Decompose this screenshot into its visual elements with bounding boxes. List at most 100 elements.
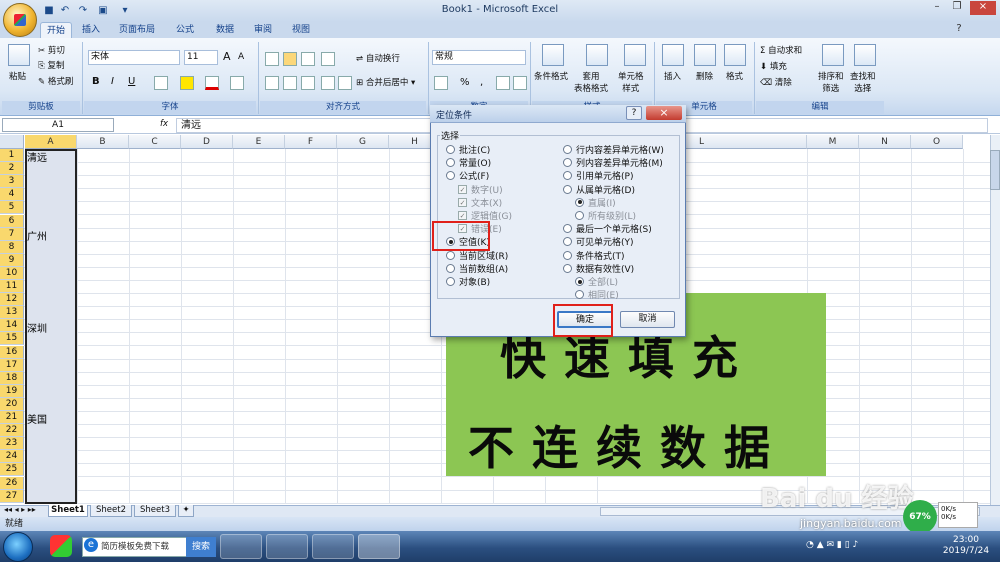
clear-button[interactable]: ⌫ 清除 — [760, 76, 792, 88]
taskbar-wechat-icon[interactable] — [266, 534, 308, 559]
vertical-scrollbar[interactable] — [990, 135, 1000, 505]
align-top-icon[interactable] — [265, 52, 279, 66]
row-header-11[interactable]: 11 — [0, 280, 24, 293]
row-header-2[interactable]: 2 — [0, 162, 24, 176]
option-label-dlg-left-2[interactable]: 公式(F) — [459, 169, 489, 182]
row-header-12[interactable]: 12 — [0, 293, 24, 307]
percent-button[interactable]: % — [460, 77, 470, 88]
row-header-13[interactable]: 13 — [0, 306, 24, 320]
column-header-o[interactable]: O — [911, 135, 963, 149]
radio-dlg-left-10[interactable] — [446, 277, 455, 286]
sheet-tab-1[interactable]: Sheet1 — [48, 505, 88, 517]
scrollbar-thumb[interactable] — [990, 150, 1000, 190]
font-color-icon[interactable] — [205, 76, 219, 90]
tab-insert[interactable]: 插入 — [76, 22, 106, 38]
row-header-6[interactable]: 6 — [0, 214, 24, 228]
increase-decimal-icon[interactable] — [496, 76, 510, 90]
option-label-dlg-right-6[interactable]: 最后一个单元格(S) — [576, 222, 652, 235]
sheet-tab-3[interactable]: Sheet3 — [134, 505, 176, 517]
number-format-select[interactable]: 常规 — [432, 50, 526, 65]
restore-icon[interactable]: ❐ — [948, 1, 966, 15]
tab-formulas[interactable]: 公式 — [168, 22, 202, 38]
row-header-9[interactable]: 9 — [0, 253, 24, 267]
table-format-icon[interactable] — [586, 44, 608, 66]
sort-filter-button[interactable]: 排序和 筛选 — [818, 70, 844, 94]
column-header-e[interactable]: E — [233, 135, 285, 149]
decrease-indent-icon[interactable] — [321, 76, 335, 90]
taskbar-360-icon[interactable] — [220, 534, 262, 559]
paste-icon[interactable] — [8, 44, 30, 66]
option-label-dlg-right-8[interactable]: 条件格式(T) — [576, 249, 625, 262]
cell-a1[interactable]: 清远 — [27, 149, 47, 164]
radio-dlg-right-0[interactable] — [563, 145, 572, 154]
fx-button[interactable]: fx — [160, 119, 168, 129]
delete-cells-icon[interactable] — [694, 44, 716, 66]
italic-button[interactable]: I — [111, 76, 114, 87]
row-header-20[interactable]: 20 — [0, 397, 24, 411]
row-header-17[interactable]: 17 — [0, 358, 24, 372]
column-header-f[interactable]: F — [285, 135, 337, 149]
radio-dlg-right-3[interactable] — [563, 184, 572, 194]
table-format-button[interactable]: 套用 表格格式 — [574, 70, 608, 94]
bold-button[interactable]: B — [92, 76, 100, 87]
border-icon[interactable] — [154, 76, 168, 90]
option-label-dlg-left-9[interactable]: 当前数组(A) — [459, 262, 508, 275]
row-header-23[interactable]: 23 — [0, 437, 24, 451]
grow-font-button[interactable]: A — [223, 50, 231, 63]
radio-dlg-right-9[interactable] — [563, 263, 572, 273]
align-left-icon[interactable] — [265, 76, 279, 90]
row-header-15[interactable]: 15 — [0, 332, 24, 346]
minimize-icon[interactable]: – — [928, 1, 946, 15]
merge-center-button[interactable]: ⊞ 合并后居中 ▾ — [356, 76, 415, 88]
row-header-14[interactable]: 14 — [0, 319, 24, 333]
option-label-dlg-left-0[interactable]: 批注(C) — [459, 143, 490, 156]
insert-cells-icon[interactable] — [662, 44, 684, 66]
tab-view[interactable]: 视图 — [284, 22, 318, 38]
option-label-dlg-right-2[interactable]: 引用单元格(P) — [576, 169, 633, 182]
row-header-16[interactable]: 16 — [0, 345, 24, 359]
decrease-decimal-icon[interactable] — [513, 76, 527, 90]
row-header-10[interactable]: 10 — [0, 266, 24, 280]
row-header-7[interactable]: 7 — [0, 227, 24, 241]
comma-button[interactable]: , — [480, 77, 483, 88]
row-header-21[interactable]: 21 — [0, 411, 24, 424]
option-label-dlg-right-0[interactable]: 行内容差异单元格(W) — [576, 143, 664, 156]
copy-button[interactable]: ⎘ 复制 — [38, 59, 65, 71]
tab-home[interactable]: 开始 — [40, 22, 72, 38]
cell-styles-button[interactable]: 单元格 样式 — [618, 70, 644, 94]
cancel-button[interactable]: 取消 — [620, 311, 675, 328]
row-header-27[interactable]: 27 — [0, 489, 24, 503]
select-all-button[interactable] — [0, 135, 24, 149]
underline-button[interactable]: U — [128, 76, 135, 87]
insert-sheet-icon[interactable]: ✦ — [178, 505, 194, 517]
cell-a7[interactable]: 广州 — [27, 228, 47, 243]
column-header-g[interactable]: G — [337, 135, 389, 149]
font-size-select[interactable]: 11 — [184, 50, 218, 65]
close-icon[interactable]: × — [970, 1, 996, 15]
row-header-26[interactable]: 26 — [0, 476, 24, 490]
sort-filter-icon[interactable] — [822, 44, 844, 66]
start-button[interactable] — [3, 532, 33, 562]
align-middle-icon[interactable] — [283, 52, 297, 66]
taskbar-search-button[interactable]: 搜索 — [186, 537, 216, 557]
option-label-dlg-right-7[interactable]: 可见单元格(Y) — [576, 235, 634, 248]
dialog-help-icon[interactable]: ? — [626, 106, 642, 120]
shrink-font-button[interactable]: A — [238, 52, 244, 62]
row-header-4[interactable]: 4 — [0, 188, 24, 202]
row-header-8[interactable]: 8 — [0, 240, 24, 254]
tab-page-layout[interactable]: 页面布局 — [112, 22, 162, 38]
find-select-button[interactable]: 查找和 选择 — [850, 70, 876, 94]
fill-color-icon[interactable] — [180, 76, 194, 90]
option-label-dlg-right-1[interactable]: 列内容差异单元格(M) — [576, 156, 663, 169]
orientation-icon[interactable] — [321, 52, 335, 66]
cell-styles-icon[interactable] — [624, 44, 646, 66]
wrap-text-button[interactable]: ⇌ 自动换行 — [356, 52, 400, 64]
format-painter-button[interactable]: ✎ 格式刷 — [38, 75, 73, 87]
cell-a14[interactable]: 深圳 — [27, 320, 47, 335]
column-header-b[interactable]: B — [77, 135, 129, 149]
conditional-format-button[interactable]: 条件格式 — [534, 70, 568, 82]
sheet-nav-icon[interactable]: ◂◂ ◂ ▸ ▸▸ — [4, 505, 36, 514]
option-label-dlg-left-1[interactable]: 常量(O) — [459, 156, 491, 169]
insert-cells-button[interactable]: 插入 — [664, 70, 681, 82]
column-header-a[interactable]: A — [25, 135, 77, 149]
